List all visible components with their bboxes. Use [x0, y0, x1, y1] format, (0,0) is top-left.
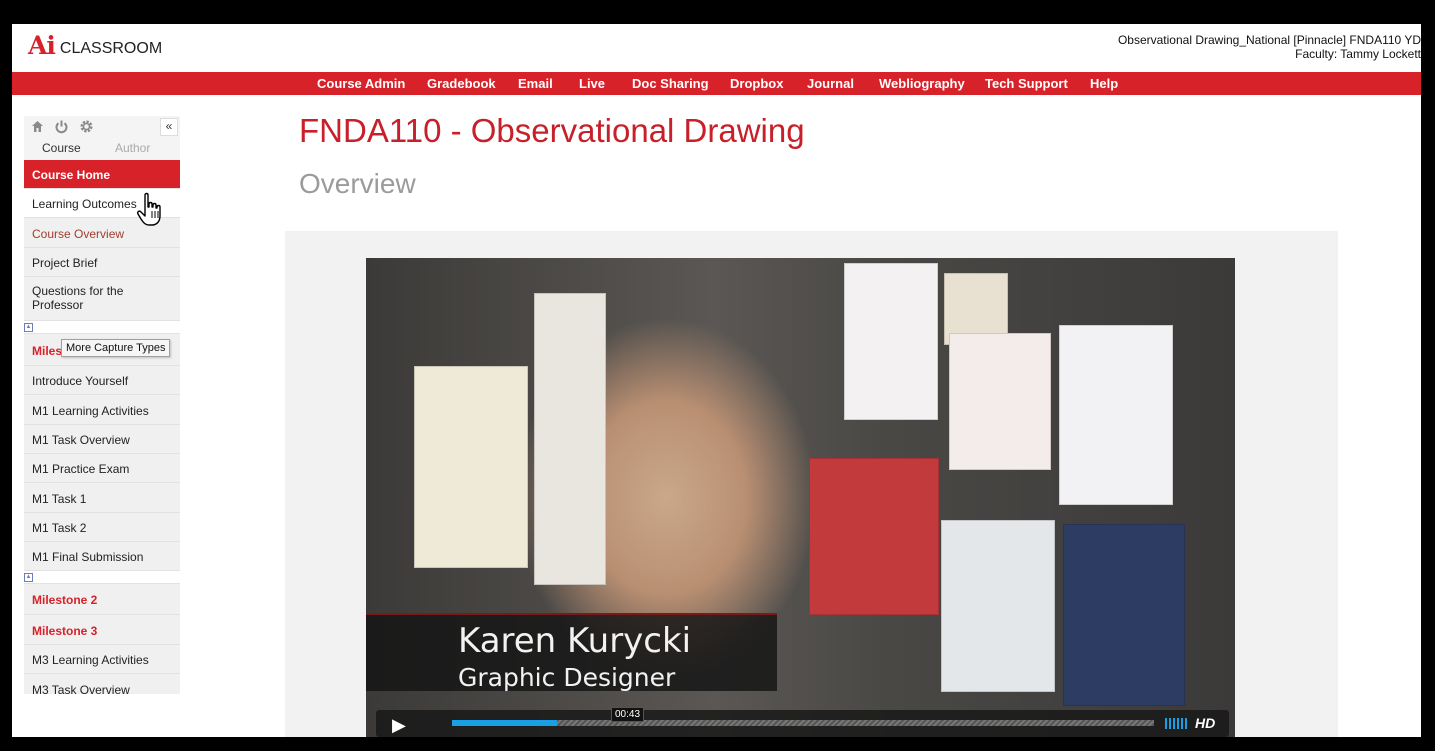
hand-cursor-icon — [137, 192, 161, 226]
header: Ai CLASSROOM Observational Drawing_Natio… — [12, 24, 1421, 72]
sidebar-menu: Course Home Learning Outcomes Course Ove… — [24, 160, 180, 694]
nav-tech-support[interactable]: Tech Support — [985, 76, 1068, 91]
sidebar-item-milestone-3[interactable]: Milestone 3 — [24, 615, 180, 645]
nav-live[interactable]: Live — [579, 76, 605, 91]
sidebar-item-m1-learning-activities[interactable]: M1 Learning Activities — [24, 395, 180, 425]
nav-help[interactable]: Help — [1090, 76, 1118, 91]
wall-poster — [809, 458, 939, 615]
tab-author[interactable]: Author — [115, 141, 150, 155]
sidebar-item-m3-task-overview[interactable]: M3 Task Overview — [24, 674, 180, 694]
volume-icon[interactable] — [1165, 718, 1187, 729]
nav-email[interactable]: Email — [518, 76, 553, 91]
page-title: FNDA110 - Observational Drawing — [299, 112, 805, 149]
wall-poster — [941, 520, 1055, 692]
sidebar-item-m3-learning-activities[interactable]: M3 Learning Activities — [24, 645, 180, 674]
lower-third-caption: Karen Kurycki Graphic Designer — [366, 613, 777, 692]
tooltip: More Capture Types — [61, 339, 171, 357]
wall-poster — [1059, 325, 1173, 505]
sidebar-item-m1-practice-exam[interactable]: M1 Practice Exam — [24, 454, 180, 483]
tab-course[interactable]: Course — [42, 141, 81, 155]
section-separator: ▲ — [24, 571, 180, 584]
sidebar-item-introduce-yourself[interactable]: Introduce Yourself — [24, 366, 180, 395]
time-tooltip: 00:43 — [611, 707, 645, 722]
main-nav: Course Admin Gradebook Email Live Doc Sh… — [12, 72, 1421, 95]
sidebar-item-milestone-2[interactable]: Milestone 2 — [24, 584, 180, 615]
logo-text: CLASSROOM — [59, 40, 163, 57]
nav-gradebook[interactable]: Gradebook — [427, 76, 496, 91]
section-separator: ▲ — [24, 321, 180, 334]
nav-webliography[interactable]: Webliography — [879, 76, 965, 91]
sidebar-item-m1-final-submission[interactable]: M1 Final Submission — [24, 542, 180, 571]
video-player[interactable]: Karen Kurycki Graphic Designer ▶ 00:43 H… — [366, 258, 1235, 737]
home-icon[interactable] — [30, 119, 45, 134]
logo-mark: Ai — [28, 31, 56, 60]
wall-poster — [534, 293, 606, 585]
sidebar-item-course-home[interactable]: Course Home — [24, 160, 180, 189]
wall-poster — [949, 333, 1051, 470]
wall-poster — [844, 263, 938, 420]
nav-journal[interactable]: Journal — [807, 76, 854, 91]
wall-poster — [414, 366, 528, 568]
sidebar-toolbar: « Course Author — [24, 116, 180, 160]
nav-doc-sharing[interactable]: Doc Sharing — [632, 76, 709, 91]
content-panel: Karen Kurycki Graphic Designer ▶ 00:43 H… — [285, 231, 1338, 737]
wall-poster — [1063, 524, 1185, 706]
progress-fill — [452, 720, 558, 726]
caption-name: Karen Kurycki — [458, 621, 692, 661]
faculty-name: Faculty: Tammy Lockett — [1295, 47, 1421, 61]
nav-course-admin[interactable]: Course Admin — [317, 76, 405, 91]
gear-icon[interactable] — [79, 119, 94, 134]
video-controls: ▶ 00:43 HD — [376, 707, 1229, 737]
progress-bar[interactable]: 00:43 — [452, 707, 1154, 726]
play-icon[interactable]: ▶ — [392, 715, 406, 736]
sidebar-item-m1-task-overview[interactable]: M1 Task Overview — [24, 425, 180, 454]
page-subtitle: Overview — [299, 168, 416, 199]
expand-section-icon[interactable]: ▲ — [24, 323, 33, 332]
page: Ai CLASSROOM Observational Drawing_Natio… — [12, 24, 1421, 737]
course-info: Observational Drawing_National [Pinnacle… — [1118, 33, 1421, 61]
sidebar-item-m1-task-1[interactable]: M1 Task 1 — [24, 483, 180, 513]
logo[interactable]: Ai CLASSROOM — [28, 31, 163, 60]
sidebar-item-questions-for-professor[interactable]: Questions for the Professor — [24, 277, 180, 321]
collapse-sidebar-button[interactable]: « — [160, 118, 178, 136]
sidebar-item-m1-task-2[interactable]: M1 Task 2 — [24, 513, 180, 542]
nav-dropbox[interactable]: Dropbox — [730, 76, 783, 91]
sidebar-item-project-brief[interactable]: Project Brief — [24, 248, 180, 277]
power-icon[interactable] — [54, 119, 69, 134]
course-name: Observational Drawing_National [Pinnacle… — [1117, 33, 1421, 47]
hd-button[interactable]: HD — [1195, 715, 1215, 731]
caption-role: Graphic Designer — [458, 663, 676, 692]
expand-section-icon[interactable]: ▲ — [24, 573, 33, 582]
